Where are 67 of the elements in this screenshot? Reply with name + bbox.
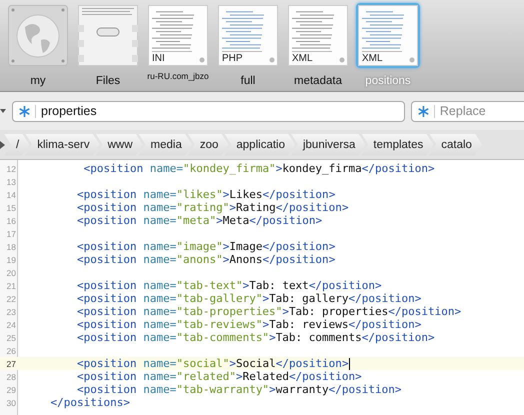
line-number: 17 [6, 228, 16, 238]
caret-icon[interactable] [0, 107, 6, 115]
file-type-label: PHP [222, 53, 243, 64]
code-line: <position name="tab-warranty">warranty</position> [76, 383, 402, 396]
document-tab[interactable]: XML metadata [287, 0, 349, 89]
path-segment[interactable]: / [4, 134, 30, 156]
arrow-icon[interactable] [0, 140, 5, 148]
document-preview-icon [218, 5, 278, 66]
file-type-label: XML [292, 53, 313, 64]
code-line: </positions> [50, 396, 130, 409]
file-type-label: INI [152, 53, 165, 64]
code-line: <position name="image">Image</position> [76, 240, 336, 253]
line-number: 29 [6, 384, 16, 394]
line-number: 18 [6, 242, 16, 252]
file-type-label: XML [362, 53, 383, 64]
line-number: 19 [6, 254, 16, 264]
code-line: <position name="meta">Meta</position> [76, 214, 322, 227]
search-input[interactable]: properties [41, 104, 349, 118]
path-segment[interactable]: klima-serv [25, 134, 100, 156]
asterisk-icon [19, 106, 30, 116]
line-number: 20 [6, 268, 16, 278]
document-preview-icon [358, 5, 418, 66]
line-number: 22 [6, 294, 16, 304]
path-segment[interactable]: media [138, 134, 192, 156]
path-segment[interactable]: applicatio [224, 134, 295, 156]
document-tab[interactable]: PHP full [217, 0, 279, 89]
replace-field[interactable]: Replace [411, 100, 524, 122]
line-number: 14 [6, 190, 16, 200]
code-line: <position name="anons">Anons</position> [76, 253, 336, 266]
document-tab[interactable]: INI ru-RU.com_jbzo [147, 0, 209, 89]
line-number: 16 [6, 216, 16, 226]
code-line: <position name="social">Social</position> [76, 357, 349, 370]
path-segment[interactable]: www [96, 134, 143, 156]
code-line: <position name="kondey_firma">kondey_firma</position> [82, 162, 435, 175]
code-line: <position name="tab-properties">Tab: properties</position> [76, 305, 462, 318]
document-tab[interactable]: my [7, 0, 69, 89]
document-preview-icon [148, 5, 208, 66]
code-line: <position name="related">Related</position> [76, 370, 362, 383]
path-segment[interactable]: zoo [188, 134, 228, 156]
line-number: 12 [6, 164, 16, 174]
code-line: <position name="tab-text">Tab: text</position> [76, 279, 382, 292]
line-number: 30 [6, 398, 16, 408]
replace-input[interactable]: Replace [440, 104, 524, 118]
code-line: <position name="rating">Rating</position> [76, 201, 349, 214]
asterisk-icon [418, 106, 429, 116]
line-number: 13 [6, 176, 16, 186]
line-number: 27 [6, 358, 16, 368]
code-line: <position name="likes">Likes</position> [76, 188, 336, 201]
globe-icon [8, 5, 68, 66]
document-tab[interactable]: Files [77, 0, 139, 89]
document-preview-icon [288, 5, 348, 66]
line-number: 25 [6, 332, 16, 342]
folder-icon [78, 5, 138, 66]
path-segment[interactable]: jbuniversa [290, 134, 366, 156]
line-number: 24 [6, 320, 16, 330]
path-segment[interactable]: templates [361, 134, 434, 156]
line-number: 28 [6, 372, 16, 382]
code-line: <position name="tab-reviews">Tab: reviews</position> [76, 318, 422, 331]
line-number: 23 [6, 306, 16, 316]
code-line: <position name="tab-comments">Tab: comments</position> [76, 331, 435, 344]
code-line: <position name="tab-gallery">Tab: gallery</position> [76, 292, 422, 305]
path-segment[interactable]: catalo [429, 134, 482, 156]
text-cursor [348, 358, 350, 370]
search-field[interactable]: properties [12, 100, 405, 122]
line-number: 15 [6, 202, 16, 212]
line-number: 26 [6, 346, 16, 356]
line-number: 21 [6, 280, 16, 290]
